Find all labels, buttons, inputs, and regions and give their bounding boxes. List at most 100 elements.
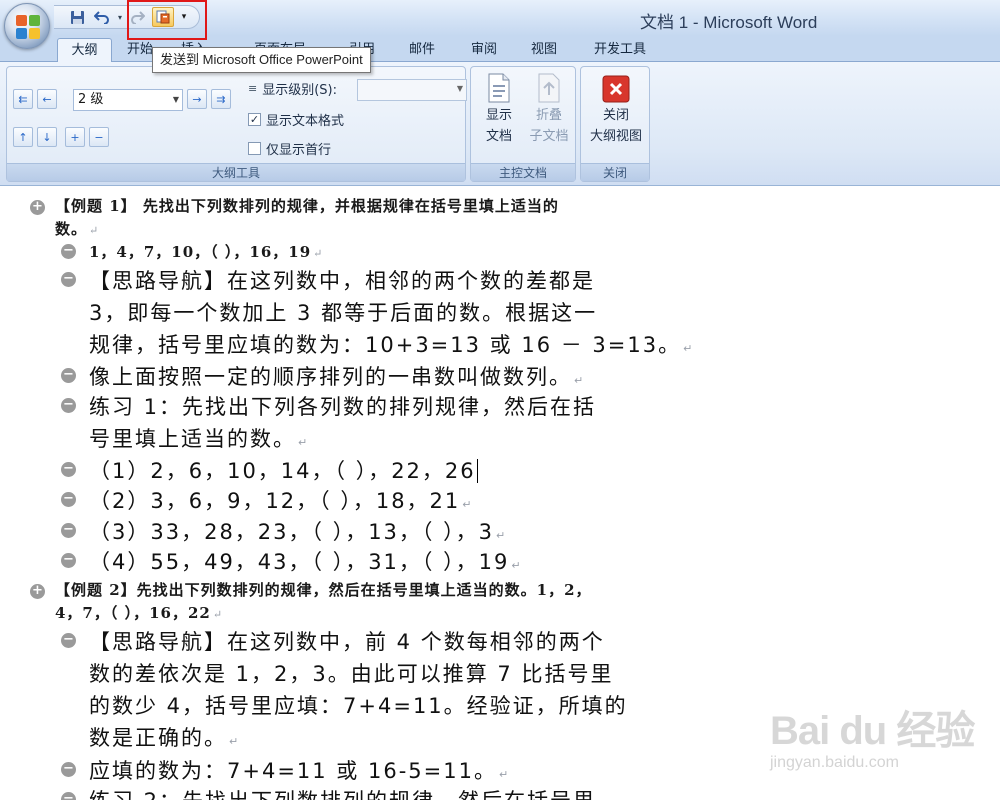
outline-item: 的数少 4，括号里应填：7+4=11。经验证，所填的 bbox=[89, 690, 628, 720]
collapse-symbol-icon[interactable]: − bbox=[61, 398, 76, 413]
office-logo-icon bbox=[16, 15, 40, 39]
ribbon: ⇇ ← 2 级 ▼ → ⇉ ↑ ↓ + − ≡ 显示级别(S): ▼ ✓ 显示文… bbox=[0, 62, 1000, 186]
tab-outline[interactable]: 大纲 bbox=[57, 38, 112, 63]
line-text: 数是正确的。 bbox=[89, 726, 227, 750]
collapse-symbol-icon[interactable]: − bbox=[61, 368, 76, 383]
outline-item: 数是正确的。 ↵ bbox=[89, 722, 240, 752]
show-first-line-row[interactable]: 仅显示首行 bbox=[248, 139, 331, 158]
collapse-label-2: 子文档 bbox=[529, 129, 569, 144]
show-document-label-1: 显示 bbox=[485, 108, 512, 123]
close-label-1: 关闭 bbox=[602, 108, 629, 123]
line-text: （2）3，6，9，12，（ ），18，21 bbox=[89, 489, 461, 513]
show-text-format-label: 显示文本格式 bbox=[266, 114, 345, 129]
promote-to-heading1-icon[interactable]: ⇇ bbox=[13, 89, 33, 109]
undo-dropdown-icon[interactable]: ▾ bbox=[116, 7, 124, 27]
collapse-symbol-icon[interactable]: − bbox=[61, 792, 76, 800]
demote-icon[interactable]: → bbox=[187, 89, 207, 109]
line-text: 1，4，7，10，（ ），16，19 bbox=[89, 243, 312, 261]
collapse-symbol-icon[interactable]: − bbox=[61, 492, 76, 507]
show-first-line-checkbox[interactable] bbox=[248, 142, 261, 155]
group-label: 关闭 bbox=[581, 163, 649, 181]
watermark-url: jingyan.baidu.com bbox=[770, 754, 899, 771]
line-text: 的数少 4，括号里应填：7+4=11。经验证，所填的 bbox=[89, 694, 628, 718]
office-button[interactable] bbox=[4, 3, 50, 49]
outline-item: 1，4，7，10，（ ），16，19 ↵ bbox=[89, 241, 323, 262]
line-text: （4）55，49，43，（ ），31，（ ），19 bbox=[89, 550, 510, 574]
show-text-format-row[interactable]: ✓ 显示文本格式 bbox=[248, 110, 344, 129]
tab-developer[interactable]: 开发工具 bbox=[585, 38, 655, 62]
outline-heading: 【例题 2】先找出下列数排列的规律，然后在括号里填上适当的数。1，2， bbox=[55, 579, 592, 600]
paragraph-mark-icon: ↵ bbox=[89, 224, 100, 237]
undo-icon[interactable] bbox=[91, 7, 113, 27]
show-document-button[interactable]: 显示 文档 bbox=[474, 73, 524, 147]
close-outline-view-button[interactable]: 关闭 大纲视图 bbox=[585, 73, 647, 147]
collapse-symbol-icon[interactable]: − bbox=[61, 523, 76, 538]
expand-icon[interactable]: + bbox=[65, 127, 85, 147]
collapse-symbol-icon[interactable]: − bbox=[61, 462, 76, 477]
line-text: 规律，括号里应填的数为：10+3=13 或 16 － 3=13。 bbox=[89, 333, 682, 357]
line-text: （1）2，6，10，14，（ ），22，26 bbox=[89, 459, 476, 483]
move-down-icon[interactable]: ↓ bbox=[37, 127, 57, 147]
paragraph-mark-icon: ↵ bbox=[498, 768, 511, 781]
chevron-down-icon: ▼ bbox=[456, 84, 463, 93]
collapse-symbol-icon[interactable]: − bbox=[61, 633, 76, 648]
tab-review[interactable]: 审阅 bbox=[464, 38, 504, 62]
outline-item: （4）55，49，43，（ ），31，（ ），19 ↵ bbox=[89, 546, 523, 576]
show-document-label-2: 文档 bbox=[485, 129, 512, 144]
line-text: 【例题 2】先找出下列数排列的规律，然后在括号里填上适当的数。1，2， bbox=[55, 581, 592, 599]
outline-item: 【思路导航】在这列数中，相邻的两个数的差都是 bbox=[89, 265, 595, 295]
line-text: 数。 bbox=[55, 220, 88, 238]
outline-item: （3）33，28，23，（ ），13，（ ），3 ↵ bbox=[89, 516, 507, 546]
outline-level-select[interactable]: 2 级 ▼ bbox=[73, 89, 183, 111]
collapse-icon[interactable]: − bbox=[89, 127, 109, 147]
show-level-select[interactable]: ▼ bbox=[357, 79, 467, 101]
line-text: 【例题 1】 先找出下列数排列的规律，并根据规律在括号里填上适当的 bbox=[55, 197, 559, 215]
line-text: 应填的数为：7+4=11 或 16-5=11。 bbox=[89, 759, 497, 783]
chevron-down-icon: ▼ bbox=[172, 95, 179, 104]
paragraph-mark-icon: ↵ bbox=[495, 529, 508, 542]
outline-item: 应填的数为：7+4=11 或 16-5=11。 ↵ bbox=[89, 755, 510, 785]
outline-heading: 【例题 1】 先找出下列数排列的规律，并根据规律在括号里填上适当的 bbox=[55, 195, 559, 216]
promote-icon[interactable]: ← bbox=[37, 89, 57, 109]
window-title: 文档 1 - Microsoft Word bbox=[640, 13, 818, 32]
baidu-watermark: Bai du 经验 jingyan.baidu.com bbox=[770, 690, 990, 790]
document-icon bbox=[486, 73, 512, 103]
show-text-format-checkbox[interactable]: ✓ bbox=[248, 113, 261, 126]
line-text: 3，即每一个数加上 3 都等于后面的数。根据这一 bbox=[89, 301, 598, 325]
expand-symbol-icon[interactable]: + bbox=[30, 584, 45, 599]
close-group: 关闭 大纲视图 关闭 bbox=[580, 66, 650, 182]
line-text: 练习 2：先找出下列数排列的规律，然后在括号里 bbox=[89, 789, 596, 800]
paragraph-mark-icon: ↵ bbox=[229, 735, 241, 748]
outline-item: （2）3，6，9，12，（ ），18，21 ↵ bbox=[89, 485, 474, 515]
show-level-label: 显示级别(S): bbox=[262, 83, 337, 98]
collapse-subdocuments-button[interactable]: 折叠 子文档 bbox=[524, 73, 574, 147]
line-text: （3）33，28，23，（ ），13，（ ），3 bbox=[89, 520, 494, 544]
tab-view[interactable]: 视图 bbox=[524, 38, 564, 62]
paragraph-mark-icon: ↵ bbox=[212, 608, 224, 621]
move-up-icon[interactable]: ↑ bbox=[13, 127, 33, 147]
outline-item: 号里填上适当的数。 ↵ bbox=[89, 423, 309, 453]
show-first-line-label: 仅显示首行 bbox=[266, 143, 332, 158]
show-level-row: ≡ 显示级别(S): bbox=[248, 79, 337, 98]
line-text: 【思路导航】在这列数中，相邻的两个数的差都是 bbox=[89, 269, 595, 293]
paragraph-mark-icon: ↵ bbox=[298, 436, 310, 449]
outline-item: 练习 2：先找出下列数排列的规律，然后在括号里 bbox=[89, 785, 596, 800]
collapse-symbol-icon[interactable]: − bbox=[61, 762, 76, 777]
expand-symbol-icon[interactable]: + bbox=[30, 200, 45, 215]
collapse-label-1: 折叠 bbox=[535, 108, 562, 123]
line-text: 【思路导航】在这列数中，前 4 个数每相邻的两个 bbox=[89, 630, 605, 654]
paragraph-mark-icon: ↵ bbox=[511, 559, 523, 572]
demote-to-body-icon[interactable]: ⇉ bbox=[211, 89, 231, 109]
tab-mailings[interactable]: 邮件 bbox=[402, 38, 442, 62]
collapse-symbol-icon[interactable]: − bbox=[61, 244, 76, 259]
line-text: 号里填上适当的数。 bbox=[89, 427, 296, 451]
outline-item: 规律，括号里应填的数为：10+3=13 或 16 － 3=13。 ↵ bbox=[89, 329, 694, 359]
collapse-symbol-icon[interactable]: − bbox=[61, 553, 76, 568]
collapse-symbol-icon[interactable]: − bbox=[61, 272, 76, 287]
show-level-icon: ≡ bbox=[248, 82, 258, 95]
line-text: 练习 1：先找出下列各列数的排列规律，然后在括 bbox=[89, 395, 597, 419]
paragraph-mark-icon: ↵ bbox=[683, 342, 695, 355]
paragraph-mark-icon: ↵ bbox=[462, 498, 474, 511]
save-icon[interactable] bbox=[66, 7, 88, 27]
text-cursor bbox=[476, 459, 478, 483]
